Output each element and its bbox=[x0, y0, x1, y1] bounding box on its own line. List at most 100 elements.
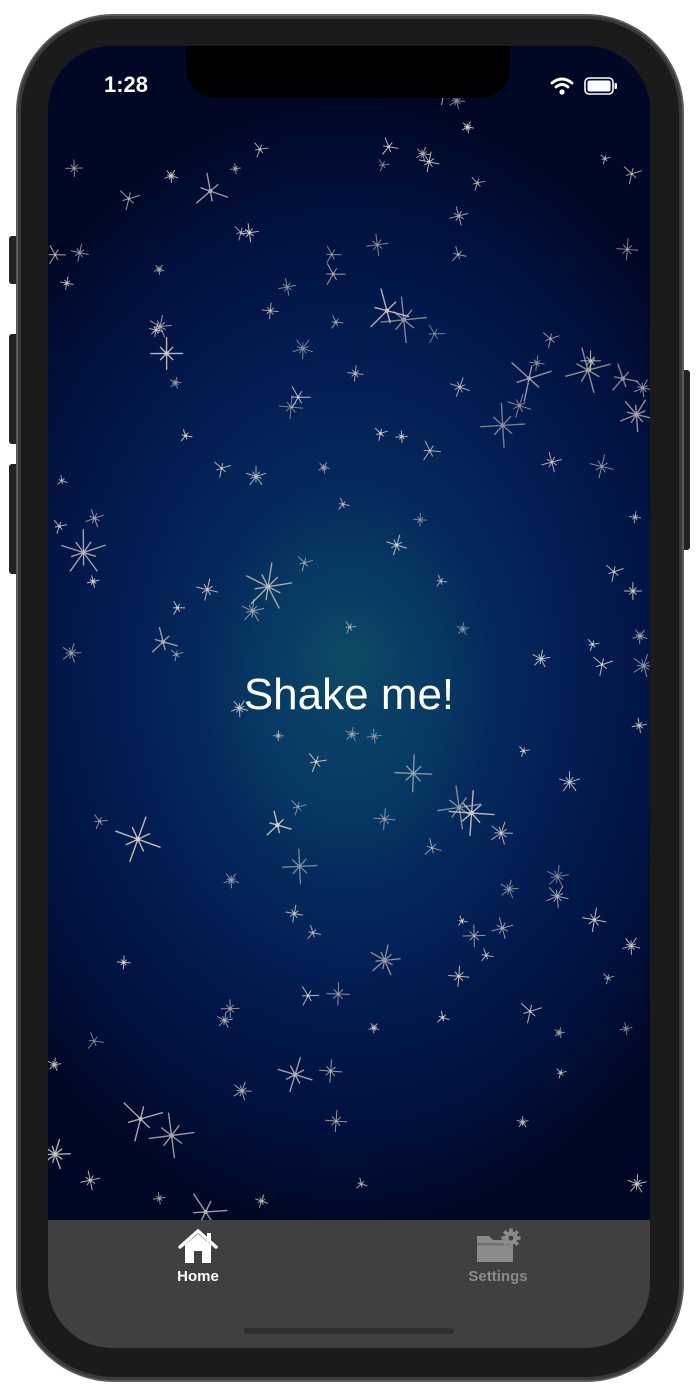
star-icon bbox=[62, 643, 82, 663]
star-icon bbox=[61, 529, 106, 572]
tab-settings-label: Settings bbox=[468, 1268, 528, 1285]
star-icon bbox=[65, 159, 83, 177]
star-icon bbox=[152, 1191, 166, 1205]
star-icon bbox=[309, 753, 327, 773]
phone-screen: 1:28 Shake me! Home Settings bbox=[48, 46, 650, 1348]
stars-layer bbox=[48, 86, 650, 1220]
star-icon bbox=[437, 785, 482, 830]
tab-settings[interactable]: Settings bbox=[398, 1228, 598, 1298]
star-icon bbox=[87, 1032, 104, 1049]
star-icon bbox=[291, 386, 311, 409]
star-icon bbox=[606, 564, 624, 582]
star-icon bbox=[278, 395, 304, 420]
star-icon bbox=[80, 1170, 101, 1191]
star-icon bbox=[449, 206, 469, 226]
star-icon bbox=[220, 999, 240, 1018]
star-icon bbox=[423, 440, 442, 461]
star-icon bbox=[195, 172, 229, 204]
star-icon bbox=[516, 1116, 529, 1128]
star-icon bbox=[623, 582, 642, 600]
star-icon bbox=[532, 649, 551, 668]
star-icon bbox=[116, 955, 131, 970]
star-icon bbox=[448, 965, 470, 987]
star-icon bbox=[556, 1068, 567, 1079]
star-icon bbox=[547, 864, 569, 887]
star-icon bbox=[436, 574, 448, 587]
star-icon bbox=[622, 937, 641, 955]
star-icon bbox=[366, 233, 389, 257]
star-icon bbox=[382, 137, 399, 155]
star-icon bbox=[193, 1193, 228, 1220]
battery-icon bbox=[584, 77, 617, 95]
star-icon bbox=[491, 917, 514, 940]
star-icon bbox=[86, 575, 100, 588]
star-icon bbox=[520, 1002, 542, 1024]
star-icon bbox=[600, 154, 611, 165]
star-icon bbox=[318, 462, 330, 474]
star-icon bbox=[57, 474, 68, 485]
star-icon bbox=[462, 924, 486, 948]
star-icon bbox=[217, 1012, 233, 1028]
star-icon bbox=[277, 1057, 313, 1093]
star-icon bbox=[491, 821, 513, 845]
star-icon bbox=[347, 365, 364, 382]
star-icon bbox=[356, 1177, 368, 1189]
star-icon bbox=[281, 848, 318, 885]
star-icon bbox=[437, 1010, 450, 1023]
star-icon bbox=[345, 726, 360, 741]
star-icon bbox=[278, 278, 297, 296]
star-icon bbox=[507, 393, 532, 418]
star-icon bbox=[627, 1174, 647, 1193]
tab-home[interactable]: Home bbox=[98, 1228, 298, 1298]
star-icon bbox=[307, 924, 322, 940]
star-icon bbox=[629, 511, 642, 524]
notch bbox=[186, 46, 510, 98]
star-icon bbox=[292, 339, 313, 360]
star-icon bbox=[180, 429, 193, 442]
star-icon bbox=[261, 302, 279, 320]
star-icon bbox=[416, 146, 431, 162]
star-icon bbox=[326, 982, 350, 1006]
star-icon bbox=[297, 556, 314, 572]
star-icon bbox=[500, 879, 519, 899]
star-icon bbox=[481, 948, 494, 962]
star-icon bbox=[266, 810, 292, 836]
star-icon bbox=[164, 169, 178, 183]
star-icon bbox=[616, 238, 639, 261]
wifi-icon bbox=[550, 77, 574, 95]
star-icon bbox=[331, 315, 344, 329]
star-icon bbox=[424, 838, 442, 855]
tab-bar: Home Settings bbox=[48, 1220, 650, 1348]
star-icon bbox=[395, 430, 408, 443]
star-icon bbox=[428, 324, 446, 344]
star-icon bbox=[325, 1110, 348, 1133]
star-icon bbox=[519, 746, 530, 757]
star-icon bbox=[115, 816, 161, 862]
star-icon bbox=[619, 1022, 633, 1036]
star-icon bbox=[452, 246, 467, 262]
folder-gear-icon bbox=[477, 1228, 521, 1262]
star-icon bbox=[291, 800, 307, 816]
star-icon bbox=[480, 402, 526, 449]
status-time: 1:28 bbox=[104, 72, 149, 97]
star-icon bbox=[196, 578, 219, 601]
star-icon bbox=[633, 379, 650, 398]
star-icon bbox=[272, 730, 284, 742]
star-icon bbox=[413, 512, 428, 527]
star-icon bbox=[120, 190, 141, 211]
tab-home-label: Home bbox=[177, 1268, 219, 1285]
star-icon bbox=[612, 363, 639, 391]
star-icon bbox=[373, 808, 396, 830]
star-icon bbox=[148, 1112, 195, 1159]
star-icon bbox=[554, 1027, 565, 1039]
star-icon bbox=[214, 461, 231, 478]
star-icon bbox=[233, 1081, 252, 1101]
star-icon bbox=[170, 376, 182, 389]
star-icon bbox=[94, 814, 108, 829]
star-icon bbox=[623, 166, 642, 185]
star-icon bbox=[587, 638, 600, 651]
star-icon bbox=[326, 245, 342, 263]
star-icon bbox=[374, 427, 388, 441]
star-icon bbox=[542, 332, 560, 349]
star-icon bbox=[541, 451, 563, 473]
